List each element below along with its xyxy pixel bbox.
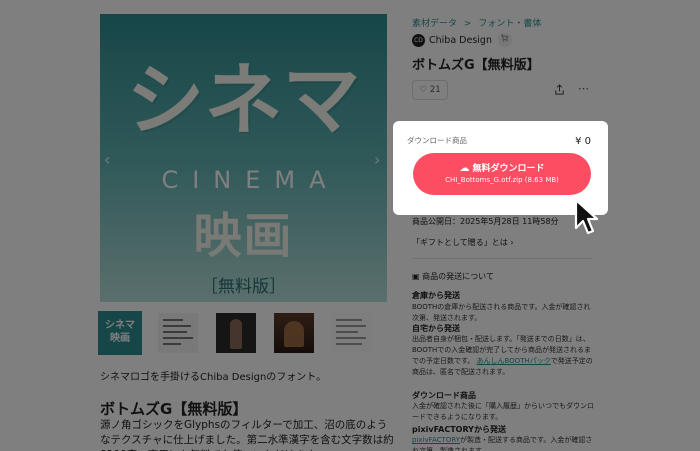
shipping-home-body: 出品者自身が梱包・配送します。「発送までの日数」は、BOOTHでの入金確認が完了…: [412, 334, 594, 378]
thumbnail-1-line2: 映画: [110, 333, 130, 344]
gift-link-text: 「ギフトとして贈る」とは: [412, 238, 508, 247]
product-type-label: ダウンロード商品: [407, 136, 467, 145]
description-body: 源ノ角ゴシックをGlyphsのフィルターで加工、沼の底のようなテクスチャに仕上げ…: [100, 419, 394, 451]
breadcrumb-item-fonts[interactable]: フォント・書体: [478, 19, 541, 29]
download-file-info: CHI_Bottoms_G.otf.zip (8.63 MB): [445, 176, 559, 184]
package-icon: ▣: [412, 272, 423, 281]
shop-info[interactable]: CD Chiba Design: [412, 33, 512, 47]
thumbnail-3[interactable]: [216, 313, 256, 353]
hero-kanji-text: 映画: [193, 208, 294, 264]
product-main-image[interactable]: シネマ CINEMA 映画 ［無料版］: [100, 14, 387, 302]
breadcrumb-item-materials[interactable]: 素材データ: [412, 19, 457, 29]
cloud-download-icon: ☁: [459, 163, 470, 174]
price: ¥ 0: [575, 136, 591, 147]
publish-date: 商品公開日：2025年5月28日 11時58分: [412, 217, 559, 226]
cart-icon[interactable]: [497, 33, 512, 47]
description-heading: ボトムズG【無料版】: [100, 400, 248, 418]
chevron-right-icon: ›: [510, 238, 514, 247]
shop-name[interactable]: Chiba Design: [429, 35, 492, 46]
shipping-download-heading: ダウンロード商品: [412, 391, 476, 400]
product-page: シネマ CINEMA 映画 ［無料版］ ‹ › シネマ 映画 シネマロゴを手掛け…: [0, 0, 700, 451]
hero-tag-text: ［無料版］: [201, 277, 286, 297]
next-image-icon[interactable]: ›: [374, 150, 380, 169]
shipping-warehouse-heading: 倉庫から発送: [412, 291, 460, 300]
shipping-home-heading: 自宅から発送: [412, 324, 460, 333]
mouse-pointer-icon: [574, 198, 600, 242]
breadcrumb: 素材データ > フォント・書体: [412, 16, 545, 29]
short-description: シネマロゴを手掛けるChiba Designのフォント。: [100, 372, 327, 383]
shipping-factory-heading: pixivFACTORYから発送: [412, 425, 506, 434]
anshin-pack-link[interactable]: あんしんBOOTHパック: [477, 357, 551, 365]
thumbnail-1-line1: シネマ: [105, 320, 135, 331]
thumbnail-1[interactable]: シネマ 映画: [98, 311, 142, 355]
gift-info-link[interactable]: 「ギフトとして贈る」とは ›: [412, 237, 514, 248]
shipping-factory-body: pixivFACTORYが製造・配送する商品です。入金が確認され次第、製造されま…: [412, 435, 594, 451]
shipping-title-text: 商品の発送について: [422, 272, 494, 281]
download-button-text: 無料ダウンロード: [472, 164, 545, 174]
shipping-warehouse-body: BOOTHの倉庫から配送される商品です。入金が確認され次第、発送されます。: [412, 303, 591, 322]
shipping-download-body: 入金が確認された後に「購入履歴」からいつでもダウンロードできるようになります。: [412, 402, 594, 421]
thumbnail-2[interactable]: [158, 313, 198, 353]
product-title: ボトムズG【無料版】: [412, 58, 540, 73]
free-download-button[interactable]: ☁ 無料ダウンロード CHI_Bottoms_G.otf.zip (8.63 MB…: [413, 153, 591, 195]
like-count: 21: [429, 85, 441, 95]
thumbnail-strip: シネマ 映画: [98, 311, 390, 355]
divider: [412, 258, 592, 259]
download-button-label: ☁ 無料ダウンロード: [413, 161, 591, 174]
breadcrumb-separator: >: [463, 19, 472, 29]
thumbnail-5[interactable]: [332, 313, 372, 353]
pixiv-factory-link[interactable]: pixivFACTORY: [412, 436, 460, 444]
shipping-title: ▣ 商品の発送について: [412, 271, 494, 282]
shop-avatar[interactable]: CD: [412, 33, 425, 47]
hero-title-text: シネマ: [126, 56, 361, 146]
thumbnail-4[interactable]: [274, 313, 314, 353]
prev-image-icon[interactable]: ‹: [104, 150, 110, 169]
like-button[interactable]: ♡ 21: [412, 80, 448, 100]
heart-icon: ♡: [419, 85, 427, 95]
more-options-icon[interactable]: ⋯: [578, 82, 589, 95]
share-icon[interactable]: [554, 84, 565, 98]
hero-subtitle-text: CINEMA: [161, 166, 340, 194]
